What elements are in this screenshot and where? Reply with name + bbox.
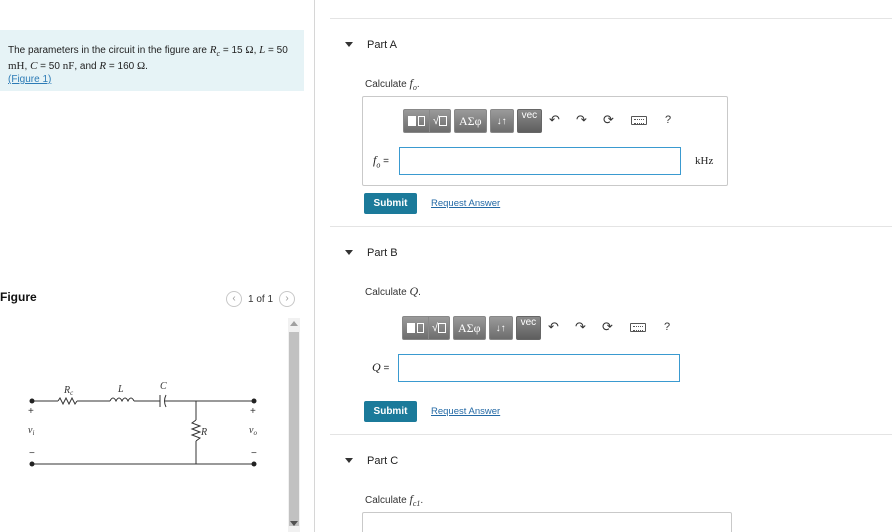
terminal-in-bottom (29, 461, 35, 467)
terminal-in-top (29, 398, 35, 404)
chevron-right-icon[interactable]: › (279, 291, 296, 307)
vector-button[interactable]: vec (515, 316, 542, 340)
reset-icon[interactable]: ⟳ (602, 319, 613, 335)
figure-heading: Figure (0, 290, 37, 304)
templates-icon[interactable] (404, 110, 430, 132)
part-c-prompt: Calculate fc1. (365, 492, 424, 508)
part-b-submit-button[interactable]: Submit (364, 401, 417, 422)
part-a-submit-button[interactable]: Submit (364, 193, 417, 214)
label-l: L (117, 384, 124, 395)
part-b-request-answer-link[interactable]: Request Answer (431, 406, 500, 417)
label-c: C (160, 381, 167, 392)
subscript-superscript-button[interactable]: ↓↑ (490, 317, 512, 339)
part-c-answer-box (362, 512, 732, 532)
part-a-unit: kHz (695, 155, 714, 167)
scroll-up-arrow-icon[interactable] (290, 321, 298, 326)
plus-in: + (28, 406, 34, 417)
resistor-r (190, 419, 202, 442)
templates-group: √ (402, 316, 450, 340)
part-b-prompt: Calculate Q. (365, 284, 421, 298)
arrows-group: ↓↑ (489, 109, 514, 133)
part-c-header[interactable]: Part C (330, 434, 892, 486)
pager-text: 1 of 1 (248, 293, 274, 305)
keyboard-icon[interactable] (630, 323, 646, 332)
problem-line-1: The parameters in the circuit in the fig… (8, 44, 288, 58)
label-rc: Rc (63, 385, 74, 397)
minus-out: − (251, 448, 257, 459)
undo-icon[interactable]: ↶ (548, 319, 559, 335)
chevron-left-icon[interactable]: ‹ (226, 291, 242, 307)
panel-divider (314, 0, 315, 532)
terminal-out-bottom (251, 461, 257, 467)
circuit-figure: Rc L C R + vi − + vo − (0, 318, 285, 532)
part-a-request-answer-link[interactable]: Request Answer (431, 198, 500, 209)
caret-down-icon (345, 458, 353, 463)
greek-group: ΑΣφ (453, 316, 486, 340)
part-b-answer-box: √ ΑΣφ ↓↑ vec ↶ ↷ ⟳ ? Q = (362, 304, 728, 394)
caret-down-icon (345, 42, 353, 47)
math-toolbar: √ ΑΣφ ↓↑ vec (403, 109, 543, 133)
templates-group: √ (403, 109, 451, 133)
part-a-answer-box: √ ΑΣφ ↓↑ vec ↶ ↷ ⟳ ? fo = kHz (362, 96, 728, 186)
figure-scrollbar[interactable] (288, 318, 300, 532)
part-a-prompt: Calculate fo. (365, 76, 420, 92)
radical-icon[interactable]: √ (430, 110, 450, 132)
radical-icon[interactable]: √ (429, 317, 449, 339)
undo-icon[interactable]: ↶ (549, 112, 560, 128)
greek-symbols-button[interactable]: ΑΣφ (455, 110, 486, 132)
keyboard-icon[interactable] (631, 116, 647, 125)
part-b-header[interactable]: Part B (330, 226, 892, 278)
math-toolbar: √ ΑΣφ ↓↑ vec (402, 316, 542, 340)
vector-button[interactable]: vec (516, 109, 543, 133)
greek-symbols-button[interactable]: ΑΣφ (454, 317, 485, 339)
greek-group: ΑΣφ (454, 109, 487, 133)
part-a-answer-input[interactable] (399, 147, 681, 175)
problem-line-2: mH, C = 50 nF, and R = 160 Ω. (8, 60, 148, 72)
plus-out: + (250, 406, 256, 417)
inductor-l (109, 397, 135, 403)
templates-icon[interactable] (403, 317, 429, 339)
help-icon[interactable]: ? (665, 114, 671, 126)
scroll-down-arrow-icon[interactable] (290, 521, 298, 526)
help-icon[interactable]: ? (664, 321, 670, 333)
terminal-out-top (251, 398, 257, 404)
figure-link[interactable]: (Figure 1) (8, 74, 51, 85)
resistor-rc (57, 396, 78, 406)
part-b-answer-input[interactable] (398, 354, 680, 382)
scroll-thumb[interactable] (289, 332, 299, 526)
problem-statement: The parameters in the circuit in the fig… (0, 30, 304, 91)
minus-in: − (29, 448, 35, 459)
arrows-group: ↓↑ (488, 316, 513, 340)
label-vi: vi (28, 425, 34, 437)
label-vo: vo (249, 425, 257, 437)
redo-icon[interactable]: ↷ (575, 319, 586, 335)
part-b-variable-label: Q = (372, 360, 390, 374)
figure-pager: ‹ 1 of 1 › (226, 290, 296, 308)
redo-icon[interactable]: ↷ (576, 112, 587, 128)
caret-down-icon (345, 250, 353, 255)
part-a-variable-label: fo = (373, 153, 389, 170)
reset-icon[interactable]: ⟳ (603, 112, 614, 128)
label-r: R (200, 427, 207, 438)
part-a-header[interactable]: Part A (330, 18, 892, 70)
subscript-superscript-button[interactable]: ↓↑ (491, 110, 513, 132)
circuit-diagram: Rc L C R + vi − + vo − (28, 381, 257, 467)
